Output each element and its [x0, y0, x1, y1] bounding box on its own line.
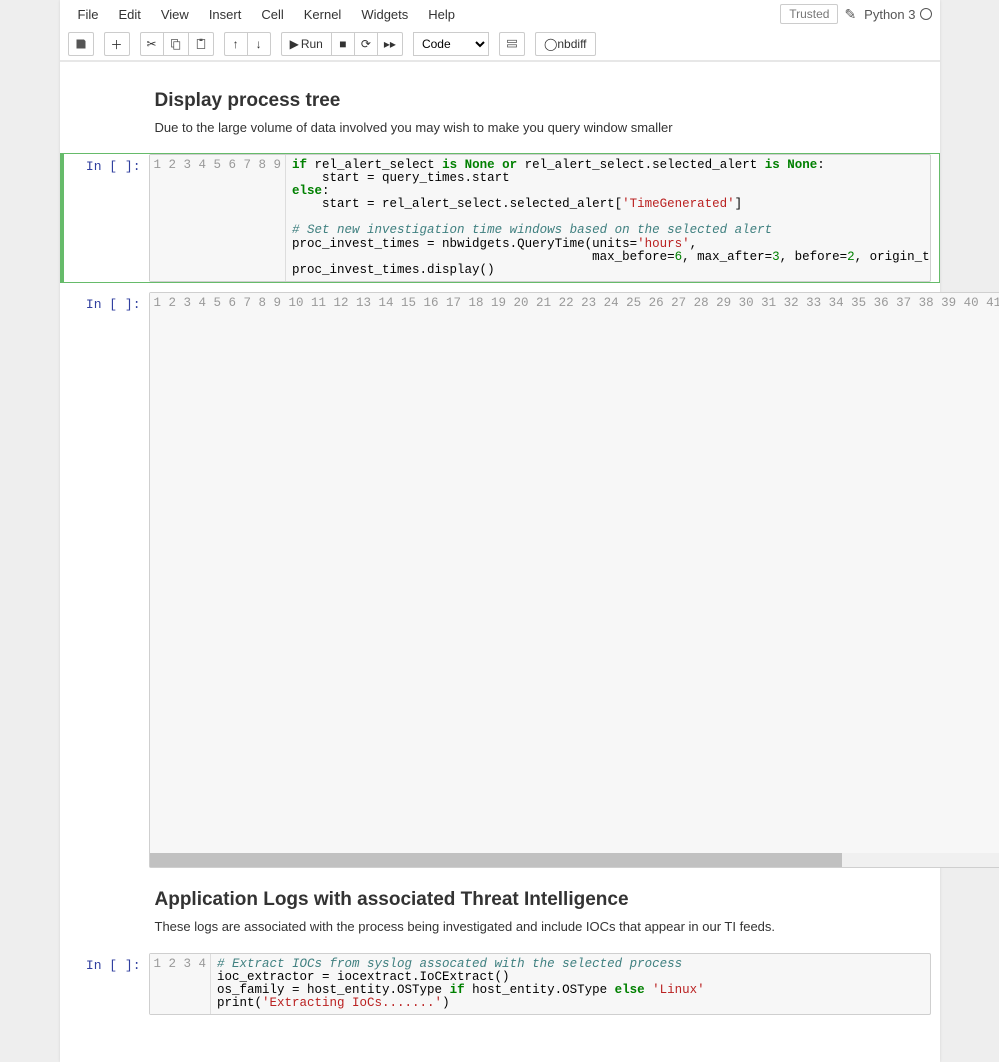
menubar: File Edit View Insert Cell Kernel Widget…	[60, 0, 940, 28]
move-down-button[interactable]: ↓	[247, 32, 271, 56]
menu-view[interactable]: View	[151, 2, 199, 27]
restart-button[interactable]: ⟳	[354, 32, 378, 56]
toolbar: ＋ ✂ ↑ ↓ ▶Run ■ ⟳ ▸▸ Code	[60, 28, 940, 61]
pencil-icon[interactable]: ✎	[844, 6, 856, 23]
run-label: Run	[301, 37, 323, 51]
menu-edit[interactable]: Edit	[108, 2, 150, 27]
add-cell-button[interactable]: ＋	[104, 32, 130, 56]
horizontal-scrollbar[interactable]	[150, 853, 999, 867]
copy-button[interactable]	[163, 32, 189, 56]
code-cell-1[interactable]: In [ ]: 1 2 3 4 5 6 7 8 9 if rel_alert_s…	[60, 151, 940, 285]
line-gutter: 1 2 3 4 5 6 7 8 9	[150, 155, 287, 281]
code-cell-2[interactable]: In [ ]: 1 2 3 4 5 6 7 8 9 10 11 12 13 14…	[60, 289, 940, 871]
menu-kernel[interactable]: Kernel	[294, 2, 352, 27]
heading-display-process-tree: Display process tree	[155, 90, 940, 112]
kernel-name[interactable]: Python 3	[864, 7, 915, 22]
markdown-cell[interactable]: Display process tree Due to the large vo…	[60, 76, 940, 147]
save-button[interactable]	[68, 32, 94, 56]
trusted-badge[interactable]: Trusted	[780, 4, 838, 24]
menu-widgets[interactable]: Widgets	[351, 2, 418, 27]
code-editor[interactable]: if rel_alert_select is None or rel_alert…	[286, 155, 929, 281]
line-gutter: 1 2 3 4 5 6 7 8 9 10 11 12 13 14 15 16 1…	[150, 293, 999, 851]
kernel-idle-icon	[920, 8, 932, 20]
input-prompt: In [ ]:	[64, 953, 149, 1015]
code-cell-3[interactable]: In [ ]: 1 2 3 4 # Extract IOCs from sysl…	[60, 950, 940, 1018]
menu-cell[interactable]: Cell	[251, 2, 293, 27]
menu-help[interactable]: Help	[418, 2, 465, 27]
menu-file[interactable]: File	[68, 2, 109, 27]
restart-run-all-button[interactable]: ▸▸	[377, 32, 403, 56]
heading-app-logs-ti: Application Logs with associated Threat …	[155, 889, 940, 911]
command-palette-button[interactable]	[499, 32, 525, 56]
paragraph: Due to the large volume of data involved…	[155, 120, 940, 135]
run-button[interactable]: ▶Run	[281, 32, 332, 56]
markdown-cell[interactable]: Application Logs with associated Threat …	[60, 875, 940, 946]
input-prompt: In [ ]:	[64, 154, 149, 282]
notebook-body: Display process tree Due to the large vo…	[60, 62, 940, 1062]
cell-type-select[interactable]: Code	[413, 32, 489, 56]
nbdiff-label: nbdiff	[557, 37, 586, 51]
paste-button[interactable]	[188, 32, 214, 56]
input-prompt: In [ ]:	[64, 292, 149, 868]
line-gutter: 1 2 3 4	[150, 954, 212, 1014]
code-editor[interactable]: # Extract IOCs from syslog assocated wit…	[211, 954, 929, 1014]
header: File Edit View Insert Cell Kernel Widget…	[60, 0, 940, 62]
paragraph: These logs are associated with the proce…	[155, 919, 940, 934]
interrupt-button[interactable]: ■	[331, 32, 355, 56]
cut-button[interactable]: ✂	[140, 32, 164, 56]
nbdiff-button[interactable]: ◯ nbdiff	[535, 32, 596, 56]
menu-insert[interactable]: Insert	[199, 2, 252, 27]
move-up-button[interactable]: ↑	[224, 32, 248, 56]
